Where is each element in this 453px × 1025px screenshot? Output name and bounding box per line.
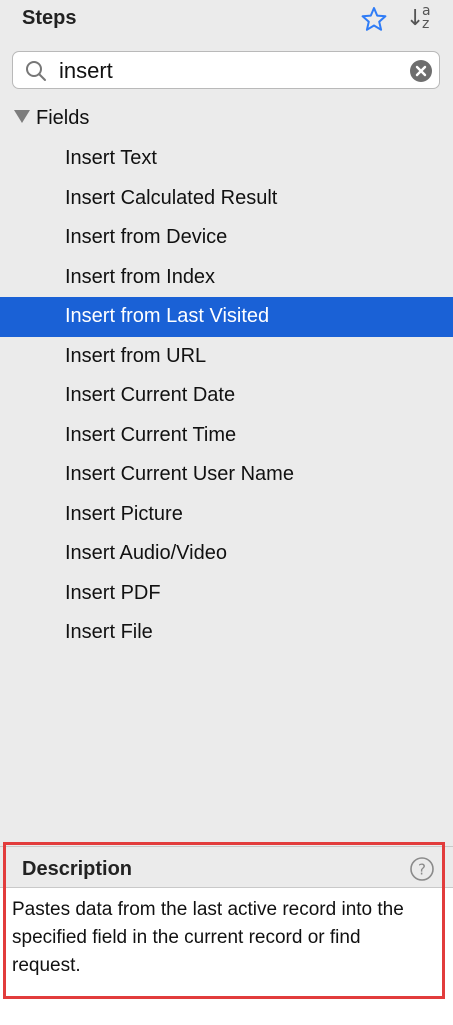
step-item-selected[interactable]: Insert from Last Visited [0,297,453,337]
step-item[interactable]: Insert File [0,613,453,653]
clear-circle-icon[interactable] [409,59,433,83]
steps-header: Steps ↓ a z [0,0,453,40]
search-field[interactable]: insert [12,51,440,89]
step-item[interactable]: Insert Audio/Video [0,534,453,574]
group-label: Fields [36,107,90,129]
step-item[interactable]: Insert Calculated Result [0,179,453,219]
step-item[interactable]: Insert from URL [0,337,453,377]
step-item[interactable]: Insert Current User Name [0,455,453,495]
group-fields[interactable]: Fields [14,107,89,133]
magnifier-icon [26,61,46,81]
sort-az-icon[interactable]: ↓ a z [404,2,438,36]
step-item[interactable]: Insert from Index [0,258,453,298]
step-item[interactable]: Insert Current Date [0,376,453,416]
highlight-annotation-box [3,842,445,999]
steps-list: Insert Text Insert Calculated Result Ins… [0,139,453,653]
step-item[interactable]: Insert Picture [0,495,453,535]
step-item[interactable]: Insert Text [0,139,453,179]
step-item[interactable]: Insert from Device [0,218,453,258]
disclosure-triangle-icon[interactable] [14,110,30,124]
sort-z-glyph: z [422,16,430,32]
step-item[interactable]: Insert PDF [0,574,453,614]
star-icon[interactable] [360,5,388,33]
panel-title: Steps [22,7,77,29]
search-input-value[interactable]: insert [59,58,113,84]
step-item[interactable]: Insert Current Time [0,416,453,456]
